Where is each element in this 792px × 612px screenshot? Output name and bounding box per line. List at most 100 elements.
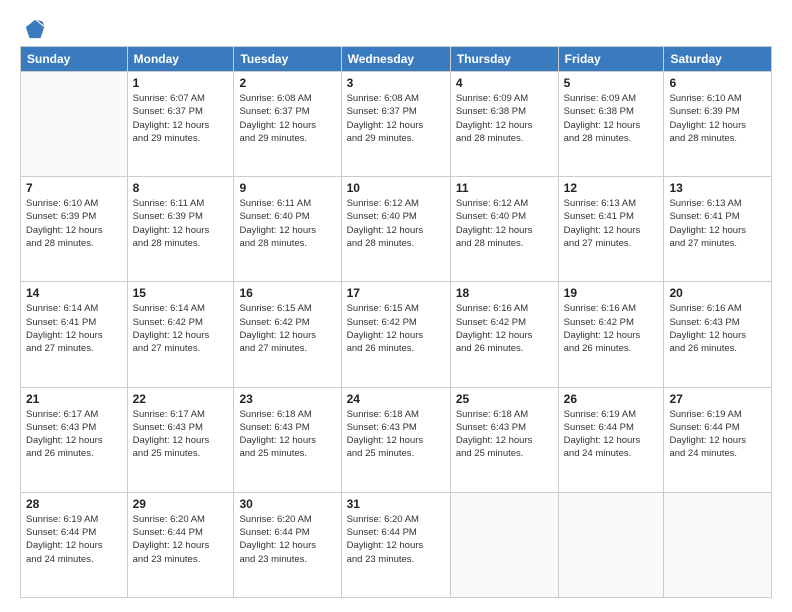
day-info: Sunrise: 6:17 AM Sunset: 6:43 PM Dayligh…: [26, 408, 122, 461]
day-number: 3: [347, 76, 445, 90]
day-info: Sunrise: 6:20 AM Sunset: 6:44 PM Dayligh…: [347, 513, 445, 566]
day-number: 17: [347, 286, 445, 300]
day-number: 1: [133, 76, 229, 90]
weekday-header-cell: Saturday: [664, 47, 772, 72]
calendar-cell: 25Sunrise: 6:18 AM Sunset: 6:43 PM Dayli…: [450, 387, 558, 492]
day-info: Sunrise: 6:11 AM Sunset: 6:39 PM Dayligh…: [133, 197, 229, 250]
weekday-header-cell: Thursday: [450, 47, 558, 72]
calendar-cell: 1 Sunrise: 6:07 AM Sunset: 6:37 PM Daylig…: [127, 72, 234, 177]
day-number: 25: [456, 392, 553, 406]
calendar-cell: 27 Sunrise: 6:19 AM Sunset: 6:44 PM Dayli…: [664, 387, 772, 492]
calendar-cell: 21Sunrise: 6:17 AM Sunset: 6:43 PM Dayli…: [21, 387, 128, 492]
day-number: 19: [564, 286, 659, 300]
calendar-cell: 20Sunrise: 6:16 AM Sunset: 6:43 PM Dayli…: [664, 282, 772, 387]
day-number: 11: [456, 181, 553, 195]
calendar-cell: 10 Sunrise: 6:12 AM Sunset: 6:40 PM Dayli…: [341, 177, 450, 282]
calendar-cell: 8 Sunrise: 6:11 AM Sunset: 6:39 PM Daylig…: [127, 177, 234, 282]
calendar-cell: 15 Sunrise: 6:14 AM Sunset: 6:42 PM Dayli…: [127, 282, 234, 387]
day-number: 22: [133, 392, 229, 406]
day-number: 14: [26, 286, 122, 300]
calendar-cell: 17Sunrise: 6:15 AM Sunset: 6:42 PM Dayli…: [341, 282, 450, 387]
day-number: 30: [239, 497, 335, 511]
day-info: Sunrise: 6:15 AM Sunset: 6:42 PM Dayligh…: [239, 302, 335, 355]
calendar-week-row: 28Sunrise: 6:19 AM Sunset: 6:44 PM Dayli…: [21, 492, 772, 597]
calendar-page: SundayMondayTuesdayWednesdayThursdayFrid…: [0, 0, 792, 612]
calendar-cell: 23 Sunrise: 6:18 AM Sunset: 6:43 PM Dayli…: [234, 387, 341, 492]
day-number: 7: [26, 181, 122, 195]
calendar-cell: 22 Sunrise: 6:17 AM Sunset: 6:43 PM Dayli…: [127, 387, 234, 492]
day-number: 27: [669, 392, 766, 406]
day-info: Sunrise: 6:16 AM Sunset: 6:42 PM Dayligh…: [456, 302, 553, 355]
calendar-cell: 5 Sunrise: 6:09 AM Sunset: 6:38 PM Daylig…: [558, 72, 664, 177]
calendar-cell: [21, 72, 128, 177]
calendar-cell: [558, 492, 664, 597]
day-info: Sunrise: 6:12 AM Sunset: 6:40 PM Dayligh…: [347, 197, 445, 250]
day-info: Sunrise: 6:07 AM Sunset: 6:37 PM Dayligh…: [133, 92, 229, 145]
day-number: 15: [133, 286, 229, 300]
weekday-header-cell: Wednesday: [341, 47, 450, 72]
day-info: Sunrise: 6:08 AM Sunset: 6:37 PM Dayligh…: [347, 92, 445, 145]
weekday-header-cell: Monday: [127, 47, 234, 72]
day-info: Sunrise: 6:14 AM Sunset: 6:42 PM Dayligh…: [133, 302, 229, 355]
day-number: 24: [347, 392, 445, 406]
day-info: Sunrise: 6:11 AM Sunset: 6:40 PM Dayligh…: [239, 197, 335, 250]
day-info: Sunrise: 6:17 AM Sunset: 6:43 PM Dayligh…: [133, 408, 229, 461]
day-info: Sunrise: 6:08 AM Sunset: 6:37 PM Dayligh…: [239, 92, 335, 145]
calendar-week-row: 7 Sunrise: 6:10 AM Sunset: 6:39 PM Daylig…: [21, 177, 772, 282]
logo: [20, 18, 46, 36]
calendar-week-row: 14 Sunrise: 6:14 AM Sunset: 6:41 PM Dayli…: [21, 282, 772, 387]
day-info: Sunrise: 6:13 AM Sunset: 6:41 PM Dayligh…: [564, 197, 659, 250]
day-number: 12: [564, 181, 659, 195]
calendar-cell: [664, 492, 772, 597]
weekday-header-cell: Friday: [558, 47, 664, 72]
calendar-cell: 19 Sunrise: 6:16 AM Sunset: 6:42 PM Dayli…: [558, 282, 664, 387]
calendar-cell: 14 Sunrise: 6:14 AM Sunset: 6:41 PM Dayli…: [21, 282, 128, 387]
calendar-cell: 18Sunrise: 6:16 AM Sunset: 6:42 PM Dayli…: [450, 282, 558, 387]
day-number: 23: [239, 392, 335, 406]
header: [20, 18, 772, 36]
day-info: Sunrise: 6:19 AM Sunset: 6:44 PM Dayligh…: [26, 513, 122, 566]
day-info: Sunrise: 6:20 AM Sunset: 6:44 PM Dayligh…: [239, 513, 335, 566]
day-number: 6: [669, 76, 766, 90]
logo-icon: [24, 18, 46, 40]
calendar-body: 1 Sunrise: 6:07 AM Sunset: 6:37 PM Daylig…: [21, 72, 772, 598]
day-number: 13: [669, 181, 766, 195]
calendar-cell: 9 Sunrise: 6:11 AM Sunset: 6:40 PM Daylig…: [234, 177, 341, 282]
day-info: Sunrise: 6:14 AM Sunset: 6:41 PM Dayligh…: [26, 302, 122, 355]
day-info: Sunrise: 6:10 AM Sunset: 6:39 PM Dayligh…: [26, 197, 122, 250]
day-info: Sunrise: 6:18 AM Sunset: 6:43 PM Dayligh…: [347, 408, 445, 461]
calendar-cell: 4 Sunrise: 6:09 AM Sunset: 6:38 PM Daylig…: [450, 72, 558, 177]
day-number: 8: [133, 181, 229, 195]
day-info: Sunrise: 6:16 AM Sunset: 6:43 PM Dayligh…: [669, 302, 766, 355]
calendar-cell: 29 Sunrise: 6:20 AM Sunset: 6:44 PM Dayli…: [127, 492, 234, 597]
day-number: 26: [564, 392, 659, 406]
day-number: 10: [347, 181, 445, 195]
day-number: 16: [239, 286, 335, 300]
weekday-header-cell: Sunday: [21, 47, 128, 72]
weekday-header-row: SundayMondayTuesdayWednesdayThursdayFrid…: [21, 47, 772, 72]
calendar-cell: 16 Sunrise: 6:15 AM Sunset: 6:42 PM Dayli…: [234, 282, 341, 387]
day-number: 29: [133, 497, 229, 511]
day-info: Sunrise: 6:19 AM Sunset: 6:44 PM Dayligh…: [669, 408, 766, 461]
weekday-header-cell: Tuesday: [234, 47, 341, 72]
calendar-cell: 13Sunrise: 6:13 AM Sunset: 6:41 PM Dayli…: [664, 177, 772, 282]
calendar-cell: 7 Sunrise: 6:10 AM Sunset: 6:39 PM Daylig…: [21, 177, 128, 282]
calendar-cell: 30 Sunrise: 6:20 AM Sunset: 6:44 PM Dayli…: [234, 492, 341, 597]
calendar-cell: 26Sunrise: 6:19 AM Sunset: 6:44 PM Dayli…: [558, 387, 664, 492]
calendar-cell: 24 Sunrise: 6:18 AM Sunset: 6:43 PM Dayli…: [341, 387, 450, 492]
day-info: Sunrise: 6:20 AM Sunset: 6:44 PM Dayligh…: [133, 513, 229, 566]
day-info: Sunrise: 6:10 AM Sunset: 6:39 PM Dayligh…: [669, 92, 766, 145]
day-number: 5: [564, 76, 659, 90]
day-number: 4: [456, 76, 553, 90]
day-info: Sunrise: 6:09 AM Sunset: 6:38 PM Dayligh…: [564, 92, 659, 145]
day-info: Sunrise: 6:18 AM Sunset: 6:43 PM Dayligh…: [239, 408, 335, 461]
day-info: Sunrise: 6:12 AM Sunset: 6:40 PM Dayligh…: [456, 197, 553, 250]
day-number: 9: [239, 181, 335, 195]
day-number: 31: [347, 497, 445, 511]
calendar-cell: 3 Sunrise: 6:08 AM Sunset: 6:37 PM Daylig…: [341, 72, 450, 177]
calendar-cell: 28Sunrise: 6:19 AM Sunset: 6:44 PM Dayli…: [21, 492, 128, 597]
calendar-week-row: 21Sunrise: 6:17 AM Sunset: 6:43 PM Dayli…: [21, 387, 772, 492]
calendar-cell: 2Sunrise: 6:08 AM Sunset: 6:37 PM Daylig…: [234, 72, 341, 177]
day-info: Sunrise: 6:16 AM Sunset: 6:42 PM Dayligh…: [564, 302, 659, 355]
day-info: Sunrise: 6:09 AM Sunset: 6:38 PM Dayligh…: [456, 92, 553, 145]
